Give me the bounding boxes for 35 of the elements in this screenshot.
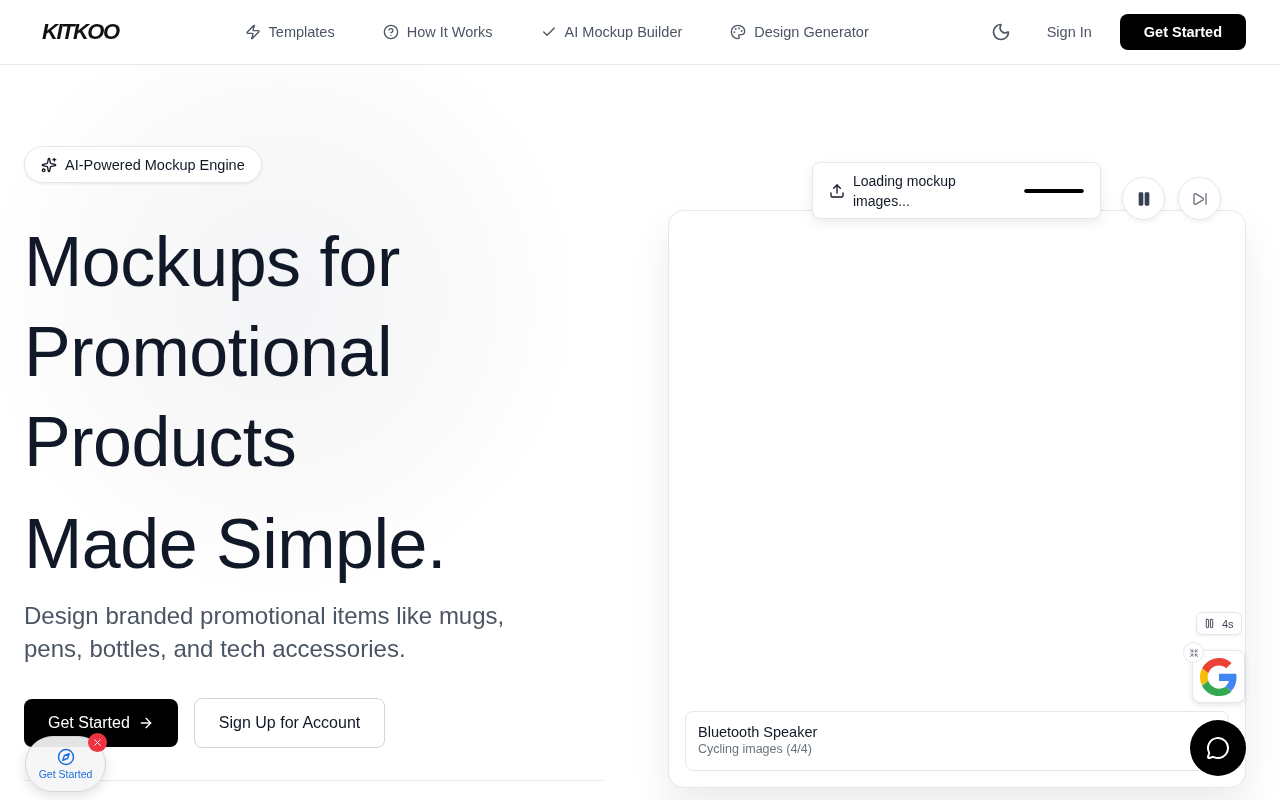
get-started-button[interactable]: Get Started <box>24 699 178 747</box>
skip-button[interactable] <box>1178 177 1221 220</box>
feature-badge: AI-Powered Mockup Engine <box>24 146 262 183</box>
loading-text: Loading mockup images... <box>853 171 957 211</box>
skip-forward-icon <box>1191 190 1208 207</box>
sign-in-link[interactable]: Sign In <box>1046 24 1092 40</box>
sparkles-icon <box>41 156 57 173</box>
pause-button[interactable] <box>1122 177 1165 220</box>
lightning-icon <box>244 24 261 40</box>
palette-icon <box>730 24 747 40</box>
headline-line: Products <box>24 402 298 483</box>
timer-chip: 4s <box>1196 612 1242 635</box>
upload-icon <box>829 182 845 199</box>
nav-link[interactable]: How It Works <box>382 24 493 40</box>
compass-icon <box>56 748 75 766</box>
google-widget[interactable] <box>1192 650 1245 703</box>
headline-line: Mockups for <box>24 222 401 303</box>
headline-line: Made Simple. <box>24 504 446 585</box>
chat-icon <box>1206 736 1230 760</box>
help-icon <box>382 24 399 40</box>
get-started-widget[interactable]: Get Started <box>25 736 106 792</box>
close-icon <box>92 737 103 748</box>
nav-link[interactable]: AI Mockup Builder <box>540 24 683 40</box>
headline-line: Promotional <box>24 312 393 393</box>
caption-subtitle: Cycling images (4/4) <box>698 742 813 756</box>
pause-icon <box>1204 618 1215 629</box>
get-started-button[interactable]: Get Started <box>1119 14 1246 50</box>
nav-link[interactable]: Templates <box>244 24 335 40</box>
moon-icon[interactable] <box>990 22 1011 42</box>
logo[interactable]: KITKOO <box>42 19 121 45</box>
subtitle: Design branded promotional items like mugs, pens, bottles, and tech accessories. <box>24 601 506 664</box>
shrink-icon <box>1188 647 1199 658</box>
sign-up-button[interactable]: Sign Up for Account <box>193 698 386 748</box>
nav-link[interactable]: Design Generator <box>730 24 869 40</box>
caption-title: Bluetooth Speaker <box>698 724 819 740</box>
